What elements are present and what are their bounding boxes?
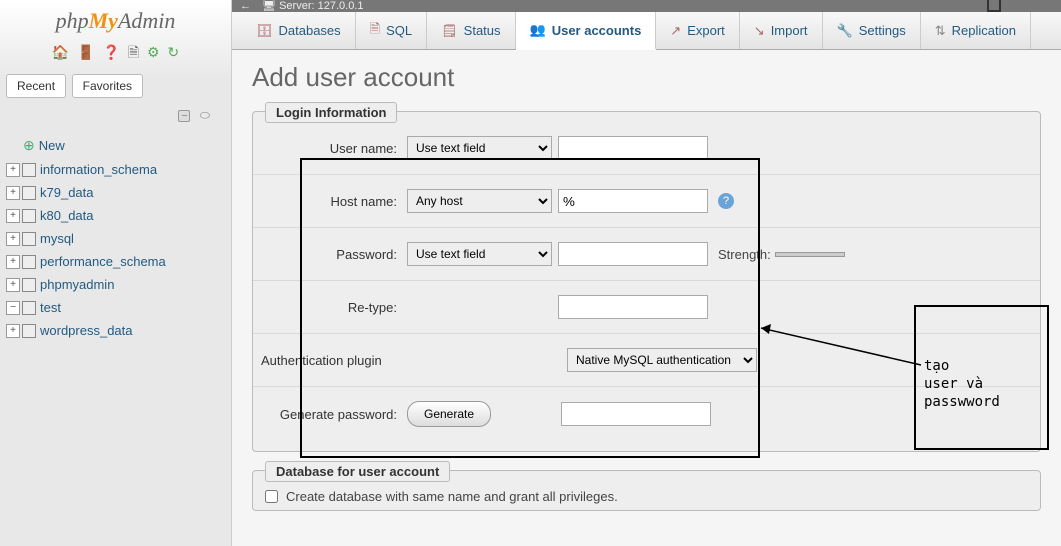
new-icon: ⊕ [23,137,35,154]
tree-item[interactable]: +k80_data [2,204,229,227]
tab-status[interactable]: 🗒Status [427,12,515,49]
expand-icon[interactable]: + [6,232,20,246]
replication-icon: ⇅ [935,23,946,39]
expand-icon[interactable]: + [6,278,20,292]
logo[interactable]: phpMyAdmin [0,0,231,38]
db-icon [22,324,36,338]
db-icon [22,301,36,315]
retype-input[interactable] [558,295,708,319]
gear-icon: 🔧 [837,23,853,39]
tree-new-label: New [39,138,65,153]
hostname-label: Host name: [257,194,407,209]
page-title: Add user account [252,62,1041,93]
create-db-label: Create database with same name and grant… [286,489,618,504]
db-icon [22,232,36,246]
status-icon: 🗒 [441,23,458,39]
username-input[interactable] [558,136,708,160]
home-icon[interactable]: 🏠 [52,44,69,60]
username-label: User name: [257,141,407,156]
password-type-select[interactable]: Use text field [407,242,552,266]
username-type-select[interactable]: Use text field [407,136,552,160]
help-icon[interactable]: ? [718,193,734,209]
retype-label: Re-type: [257,300,407,315]
login-info-legend: Login Information [265,102,397,123]
collapse-all-icon[interactable]: − [178,110,190,122]
generate-label: Generate password: [257,407,407,422]
expand-icon[interactable]: + [6,324,20,338]
expand-icon[interactable]: − [6,301,20,315]
tree-item[interactable]: +phpmyadmin [2,273,229,296]
settings-icon[interactable]: ⚙ [147,44,160,60]
tree-item[interactable]: +mysql [2,227,229,250]
docs-icon[interactable]: ❓ [102,44,119,60]
tab-sql[interactable]: 🗎SQL [356,12,427,49]
expand-icon[interactable]: + [6,255,20,269]
db-icon [22,278,36,292]
create-db-row: Create database with same name and grant… [265,489,1028,504]
tab-replication[interactable]: ⇅Replication [921,12,1031,49]
create-db-checkbox[interactable] [265,490,278,503]
nav-tabs: 🗄Databases 🗎SQL 🗒Status 👥User accounts ↗… [232,12,1061,50]
tree-item[interactable]: +k79_data [2,181,229,204]
auth-label: Authentication plugin [257,353,567,368]
db-icon [22,255,36,269]
generate-button[interactable]: Generate [407,401,491,427]
db-user-legend: Database for user account [265,461,450,482]
sql-icon[interactable]: 🗎 [128,44,139,60]
hostname-type-select[interactable]: Any host [407,189,552,213]
password-input[interactable] [558,242,708,266]
sidebar: phpMyAdmin 🏠 🚪 ❓ 🗎 ⚙ ↻ Recent Favorites … [0,0,232,546]
server-icon: 🖥 [262,0,276,12]
generated-password-input[interactable] [561,402,711,426]
logout-icon[interactable]: 🚪 [77,44,94,60]
server-label: Server: 127.0.0.1 [279,0,363,12]
reload-icon[interactable]: ↻ [167,44,179,60]
tree-new[interactable]: ⊕ New [2,133,229,158]
db-tree: ⊕ New +information_schema +k79_data +k80… [0,129,231,346]
tree-item[interactable]: −test [2,296,229,319]
database-icon: 🗄 [256,23,273,39]
hostname-input[interactable] [558,189,708,213]
expand-icon[interactable]: + [6,186,20,200]
tab-favorites[interactable]: Favorites [72,74,143,98]
password-label: Password: [257,247,407,262]
tab-import[interactable]: ↘Import [740,12,823,49]
db-icon [22,186,36,200]
tab-export[interactable]: ↗Export [656,12,739,49]
auth-plugin-select[interactable]: Native MySQL authentication [567,348,757,372]
annotation-text: tạo user và passwword [924,358,1000,410]
strength-bar [775,252,845,257]
tab-user-accounts[interactable]: 👥User accounts [516,12,657,50]
expand-icon[interactable]: + [6,209,20,223]
link-icon[interactable]: ⬭ [200,108,210,123]
tab-recent[interactable]: Recent [6,74,66,98]
back-icon[interactable]: ← [240,0,251,12]
export-icon: ↗ [670,23,681,39]
annotation-note: tạo user và passwword [914,305,1049,450]
import-icon: ↘ [754,23,765,39]
db-icon [22,209,36,223]
row-hostname: Host name: Any host ? [253,175,1040,228]
tree-item[interactable]: +performance_schema [2,250,229,273]
db-user-fieldset: Database for user account Create databas… [252,470,1041,511]
sidebar-toolbar: 🏠 🚪 ❓ 🗎 ⚙ ↻ [0,38,231,70]
strength-label: Strength: [718,247,771,262]
tree-item[interactable]: +wordpress_data [2,319,229,342]
tab-databases[interactable]: 🗄Databases [242,12,356,49]
tab-settings[interactable]: 🔧Settings [823,12,921,49]
main-content: Add user account Login Information User … [232,50,1061,546]
row-password: Password: Use text field Strength: [253,228,1040,281]
sql-icon: 🗎 [370,20,380,42]
db-icon [22,163,36,177]
window-icon[interactable] [987,0,1001,12]
tree-item[interactable]: +information_schema [2,158,229,181]
topbar: ← 🖥 Server: 127.0.0.1 [232,0,1061,12]
row-username: User name: Use text field [253,122,1040,175]
users-icon: 👥 [530,22,546,38]
expand-icon[interactable]: + [6,163,20,177]
